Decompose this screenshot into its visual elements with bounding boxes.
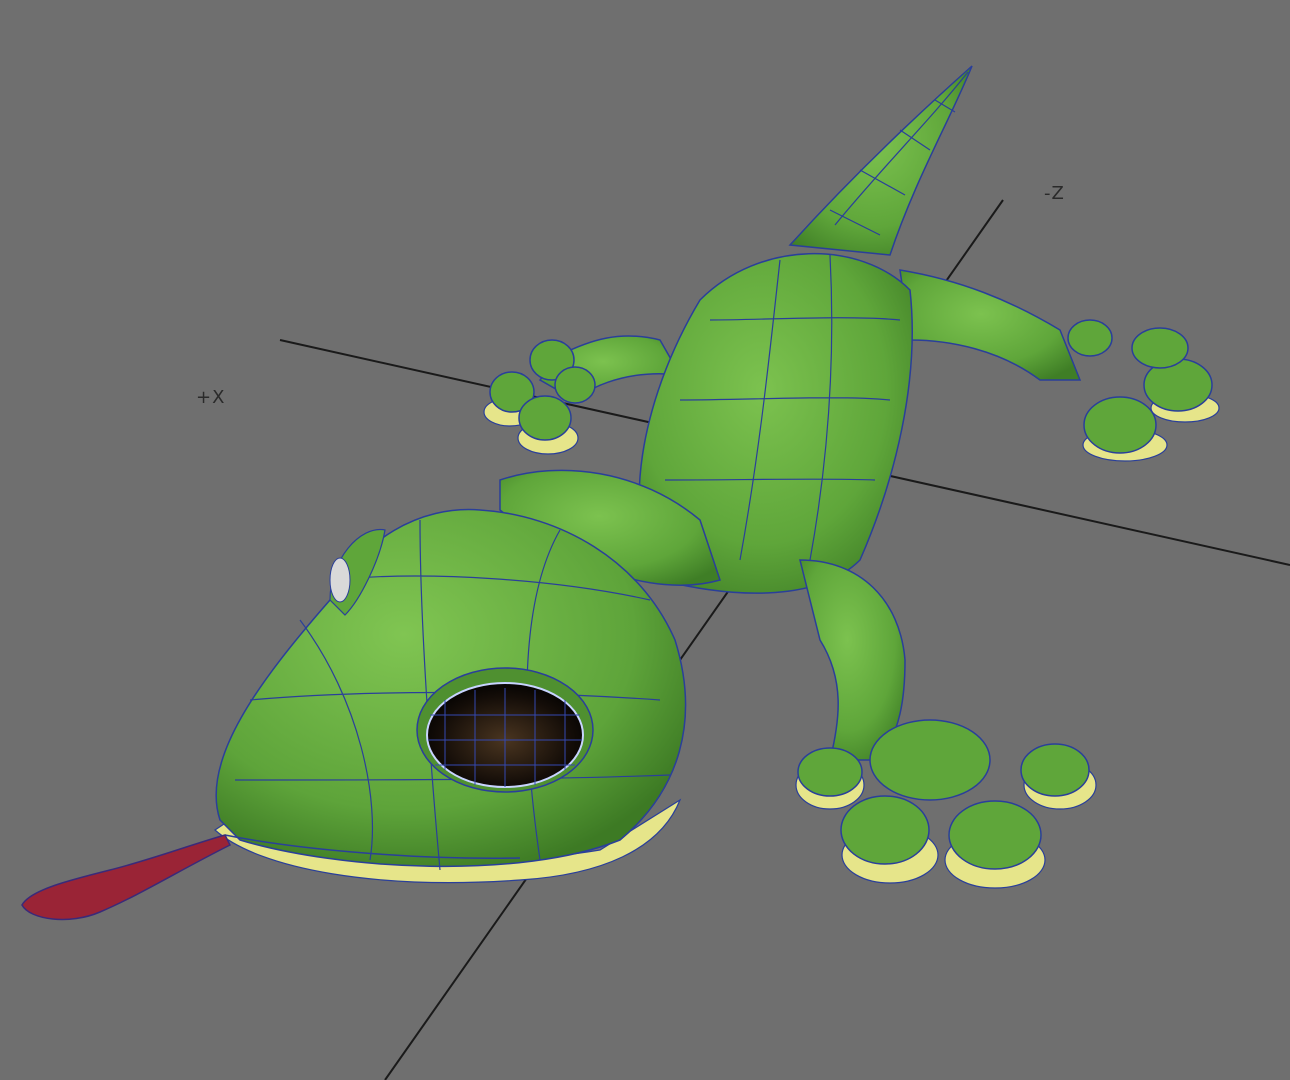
gecko-tail xyxy=(788,65,973,256)
back-right-leg xyxy=(899,269,1082,381)
viewport-canvas[interactable] xyxy=(0,0,1290,1080)
gecko-tongue xyxy=(21,834,232,921)
z-axis-label: -Z xyxy=(1044,183,1065,204)
3d-viewport[interactable]: +X -Z xyxy=(0,0,1290,1080)
x-axis-label: +X xyxy=(196,387,226,408)
gecko-model[interactable] xyxy=(21,65,1220,921)
back-right-foot xyxy=(1067,319,1220,462)
gecko-head xyxy=(214,508,687,884)
